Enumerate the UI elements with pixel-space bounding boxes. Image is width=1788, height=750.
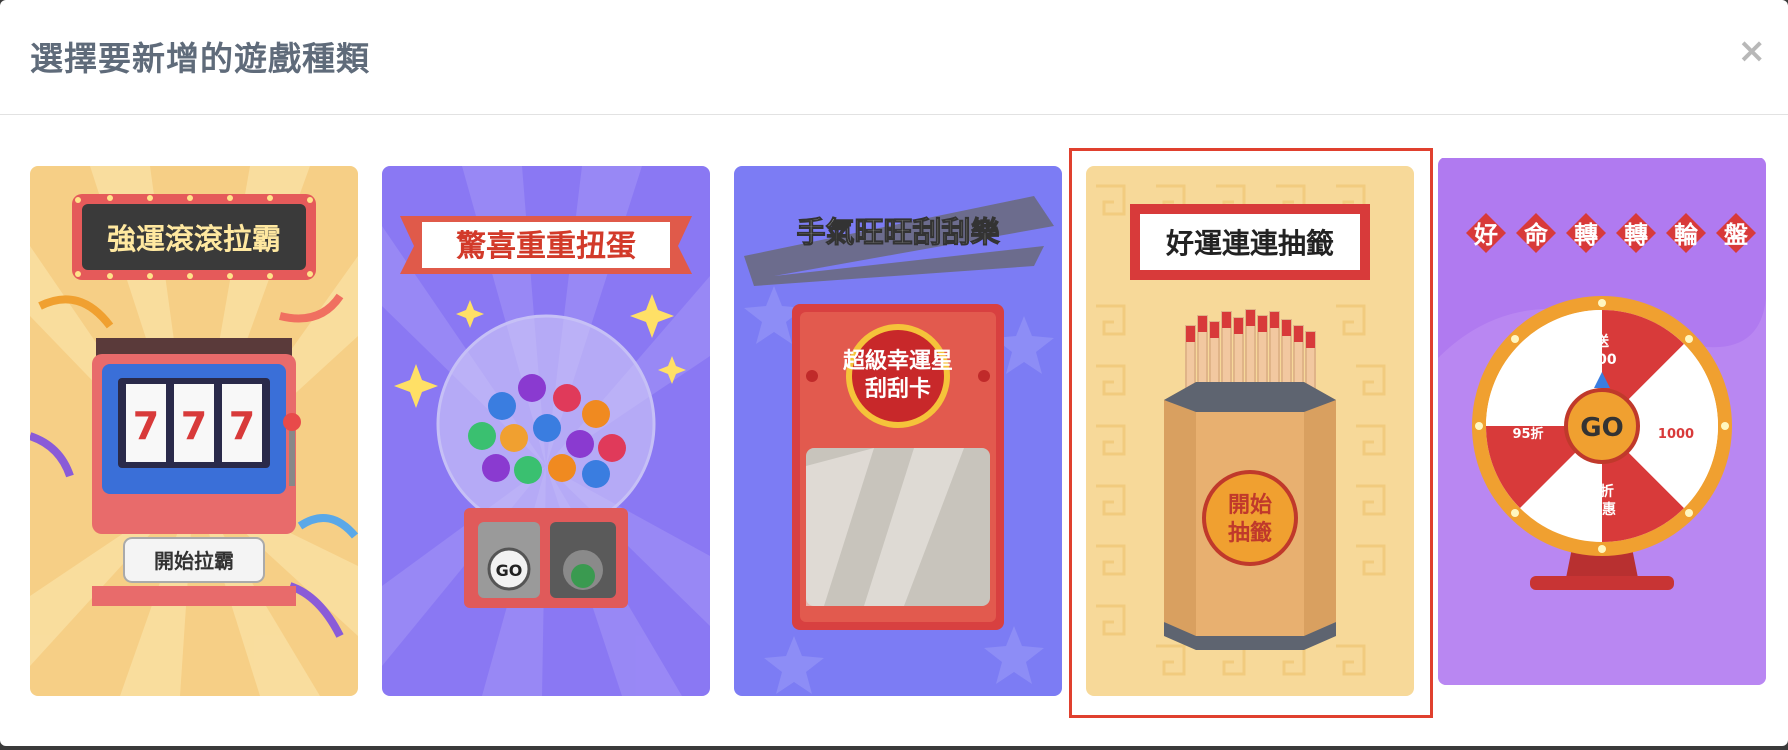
wheel-title-char: 轉 — [1624, 221, 1648, 249]
game-type-modal: 選擇要新增的遊戲種類 × 強運滾滾拉霸 7 7 7 開始拉霸 驚喜重重扭蛋 GO… — [0, 0, 1788, 746]
reel-3: 7 — [229, 404, 255, 448]
game-type-list: 強運滾滾拉霸 7 7 7 開始拉霸 驚喜重重扭蛋 GO 手氣旺旺刮刮樂 超級幸運… — [0, 115, 1788, 745]
slot-machine-illustration: 強運滾滾拉霸 7 7 7 開始拉霸 — [30, 166, 358, 696]
game-card-draw[interactable]: 好運連連抽籤 開始 抽籤 — [1086, 166, 1414, 696]
prize-wheel-illustration: 好 命 轉 轉 輪 盤 送 300 優惠 9折 95折 1000 GO — [1438, 158, 1766, 685]
wheel-segment-7: 95折 — [1512, 426, 1543, 442]
close-icon[interactable]: × — [1738, 34, 1767, 68]
wheel-title-char: 命 — [1524, 221, 1549, 249]
draw-button-line1: 開始 — [1228, 492, 1272, 518]
wheel-segment-3: 1000 — [1658, 427, 1694, 442]
scratch-badge-line2: 刮刮卡 — [865, 376, 931, 402]
wheel-segment-1: 送 — [1594, 333, 1610, 350]
reel-1: 7 — [133, 404, 159, 448]
scratch-card-illustration: 手氣旺旺刮刮樂 超級幸運星 刮刮卡 — [734, 166, 1062, 696]
card-title: 手氣旺旺刮刮樂 — [796, 215, 1000, 249]
wheel-segment-5b: 9折 — [1590, 483, 1614, 500]
game-card-capsule[interactable]: 驚喜重重扭蛋 GO — [382, 166, 710, 696]
wheel-title-char: 好 — [1473, 221, 1498, 249]
scratch-badge-line1: 超級幸運星 — [843, 348, 953, 374]
modal-title: 選擇要新增的遊戲種類 — [30, 39, 370, 78]
capsule-machine-illustration: 驚喜重重扭蛋 GO — [382, 166, 710, 696]
lucky-draw-illustration: 好運連連抽籤 開始 抽籤 — [1086, 166, 1414, 696]
card-title: 驚喜重重扭蛋 — [456, 229, 636, 264]
game-card-slot[interactable]: 強運滾滾拉霸 7 7 7 開始拉霸 — [30, 166, 358, 696]
go-button: GO — [496, 561, 523, 580]
start-slot-button: 開始拉霸 — [154, 549, 234, 573]
reel-2: 7 — [181, 404, 207, 448]
wheel-segment-1b: 300 — [1587, 352, 1616, 368]
wheel-go-button: GO — [1580, 413, 1623, 443]
wheel-title-char: 轉 — [1574, 221, 1598, 249]
modal-header: 選擇要新增的遊戲種類 × — [0, 0, 1788, 115]
wheel-title-char: 盤 — [1724, 221, 1749, 249]
game-card-wheel[interactable]: 好 命 轉 轉 輪 盤 送 300 優惠 9折 95折 1000 GO — [1438, 157, 1766, 685]
wheel-title-char: 輪 — [1674, 221, 1699, 249]
card-title: 強運滾滾拉霸 — [107, 222, 281, 256]
card-title: 好運連連抽籤 — [1165, 227, 1334, 260]
draw-button-line2: 抽籤 — [1228, 520, 1272, 546]
wheel-segment-5: 優惠 — [1587, 501, 1616, 518]
game-card-scratch[interactable]: 手氣旺旺刮刮樂 超級幸運星 刮刮卡 — [734, 166, 1062, 696]
